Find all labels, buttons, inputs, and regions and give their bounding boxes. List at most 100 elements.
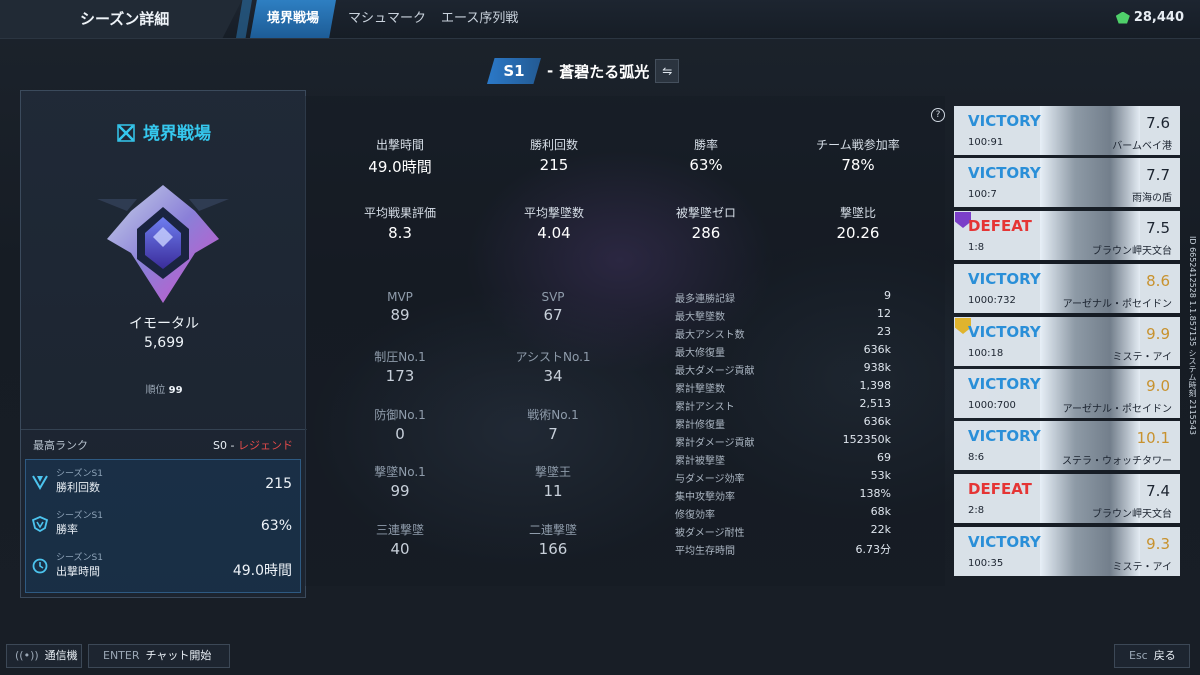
tab-ace-ranking[interactable]: エース序列戦 [441,0,518,38]
detail-label: 累計修復量 [675,420,725,431]
season-playtime-label: 出撃時間 [56,565,100,578]
stat-label: 出撃時間 [375,138,424,152]
season-wins-row: シーズンS1 勝利回数 215 [26,462,302,502]
chat-key: ENTER [103,649,140,662]
rank-panel: 境界戦場 イモータル 5,699 順位 99 最高ランク S0 - レジェンド [20,90,307,598]
stat-team-participation: チーム戦参加率 78% [783,136,933,174]
detail-value: 69 [877,451,891,464]
swap-season-icon[interactable]: ⇋ [655,59,680,83]
match-history-item[interactable]: VICTORY 8:6 10.1 ステラ・ウォッチタワー [954,421,1180,470]
award-label: 制圧No.1 [374,350,426,364]
detail-value: 152350k [842,433,891,446]
rank-points: 5,699 [143,335,185,351]
player-id-info: ID 6652412528 1.1.857135 システム時刻 2115543 [1188,236,1197,436]
match-rating: 7.4 [1146,482,1170,500]
award-value: 34 [543,367,563,385]
match-score: 2:8 [968,505,985,516]
award-value: 173 [385,367,415,385]
detail-row: 累計修復量 636k [675,414,891,432]
detail-label: 修復効率 [675,510,715,521]
detail-row: 累計被撃墜 69 [675,450,891,468]
currency-amount: 28,440 [1133,10,1184,25]
award-value: 7 [548,425,558,443]
chat-label: チャット開始 [145,649,212,662]
stat-label: 勝利回数 [529,138,578,152]
detail-row: 最大アシスト数 23 [675,324,891,342]
detail-label: 集中攻撃効率 [675,492,735,503]
page-title: シーズン詳細 [0,0,242,38]
detail-value: 138% [859,487,891,500]
tab-mashmark[interactable]: マシュマーク [348,0,426,38]
detail-row: 累計ダメージ貢献 152350k [675,432,891,450]
detail-value: 938k [863,361,891,374]
award-label: SVP [541,290,565,304]
match-history-item[interactable]: VICTORY 100:18 9.9 ミステ・アイ [954,317,1180,366]
detail-label: 与ダメージ効率 [675,474,745,485]
stat-avg-rating: 平均戦果評価 8.3 [325,204,475,242]
match-history-item[interactable]: DEFEAT 2:8 7.4 ブラウン岬天文台 [954,474,1180,523]
match-score: 100:35 [968,558,1004,569]
match-map: 雨海の盾 [1132,193,1172,204]
season-header: S1 - 蒼碧たる弧光 ⇋ [487,58,680,84]
award-defense-no1: 防御No.1 0 [335,406,465,443]
detail-row: 修復効率 68k [675,504,891,522]
match-history-item[interactable]: VICTORY 1000:732 8.6 アーゼナル・ポセイドン [954,264,1180,313]
match-history-item[interactable]: VICTORY 1000:700 9.0 アーゼナル・ポセイドン [954,369,1180,418]
award-label: アシストNo.1 [515,350,591,364]
match-score: 1000:700 [968,400,1016,411]
detail-row: 累計撃墜数 1,398 [675,378,891,396]
stat-value: 49.0時間 [368,158,432,176]
victory-icon [32,475,48,490]
award-mvp: MVP 89 [335,290,465,324]
match-result: VICTORY [968,112,1041,130]
detail-label: 最大撃墜数 [675,312,725,323]
match-result: VICTORY [968,164,1041,182]
match-rating: 8.6 [1146,272,1170,290]
back-button[interactable]: Esc 戻る [1114,644,1190,668]
detail-row: 最大ダメージ貢献 938k [675,360,891,378]
currency-display: 28,440 [1115,10,1184,25]
season-separator: - [547,62,554,80]
stat-value: 286 [691,224,721,242]
match-result: DEFEAT [968,217,1032,235]
best-rank-season: S0 [213,439,228,452]
award-value: 89 [390,306,410,324]
award-assist-no1: アシストNo.1 34 [488,348,618,385]
comm-button[interactable]: ((•)) 通信機 [6,644,82,668]
detail-label: 最大ダメージ貢献 [675,366,755,377]
award-value: 67 [543,306,563,324]
match-history-item[interactable]: VICTORY 100:91 7.6 バームベイ港 [954,106,1180,155]
match-map: ステラ・ウォッチタワー [1062,456,1172,467]
detail-value: 1,398 [859,379,892,392]
top-bar: シーズン詳細 境界戦場 マシュマーク エース序列戦 28,440 [0,0,1200,39]
match-map: ミステ・アイ [1112,352,1173,363]
detail-value: 12 [877,307,891,320]
boundary-battlefield-icon [117,124,135,142]
season-wins-label: 勝利回数 [56,481,100,494]
award-value: 99 [390,482,410,500]
match-map: アーゼナル・ポセイドン [1062,299,1172,310]
mode-title: 境界戦場 [21,119,307,144]
match-history-item[interactable]: DEFEAT 1:8 7.5 ブラウン岬天文台 [954,211,1180,260]
tab-boundary-battlefield[interactable]: 境界戦場 [250,0,336,38]
back-label: 戻る [1153,649,1176,662]
detail-row: 与ダメージ効率 53k [675,468,891,486]
award-label: 二連撃墜 [528,523,577,537]
detail-label: 累計撃墜数 [675,384,725,395]
match-map: ブラウン岬天文台 [1092,246,1172,257]
best-rank-name: レジェンド [238,439,293,452]
stat-avg-kills: 平均撃墜数 4.04 [479,204,629,242]
match-score: 1000:732 [968,295,1016,306]
match-history-item[interactable]: VICTORY 100:35 9.3 ミステ・アイ [954,527,1180,576]
match-map: ミステ・アイ [1112,562,1173,573]
stat-value: 78% [841,156,875,174]
stat-value: 63% [689,156,723,174]
chat-button[interactable]: ENTER チャット開始 [88,644,230,668]
match-rating: 7.6 [1146,114,1170,132]
match-history-item[interactable]: VICTORY 100:7 7.7 雨海の盾 [954,158,1180,207]
award-capture-no1: 制圧No.1 173 [335,348,465,385]
season-winrate-row: シーズンS1 勝率 63% [26,504,302,544]
best-rank-row: 最高ランク S0 - レジェンド [21,429,307,456]
help-icon[interactable]: ? [931,108,945,122]
stat-value: 8.3 [388,224,412,242]
